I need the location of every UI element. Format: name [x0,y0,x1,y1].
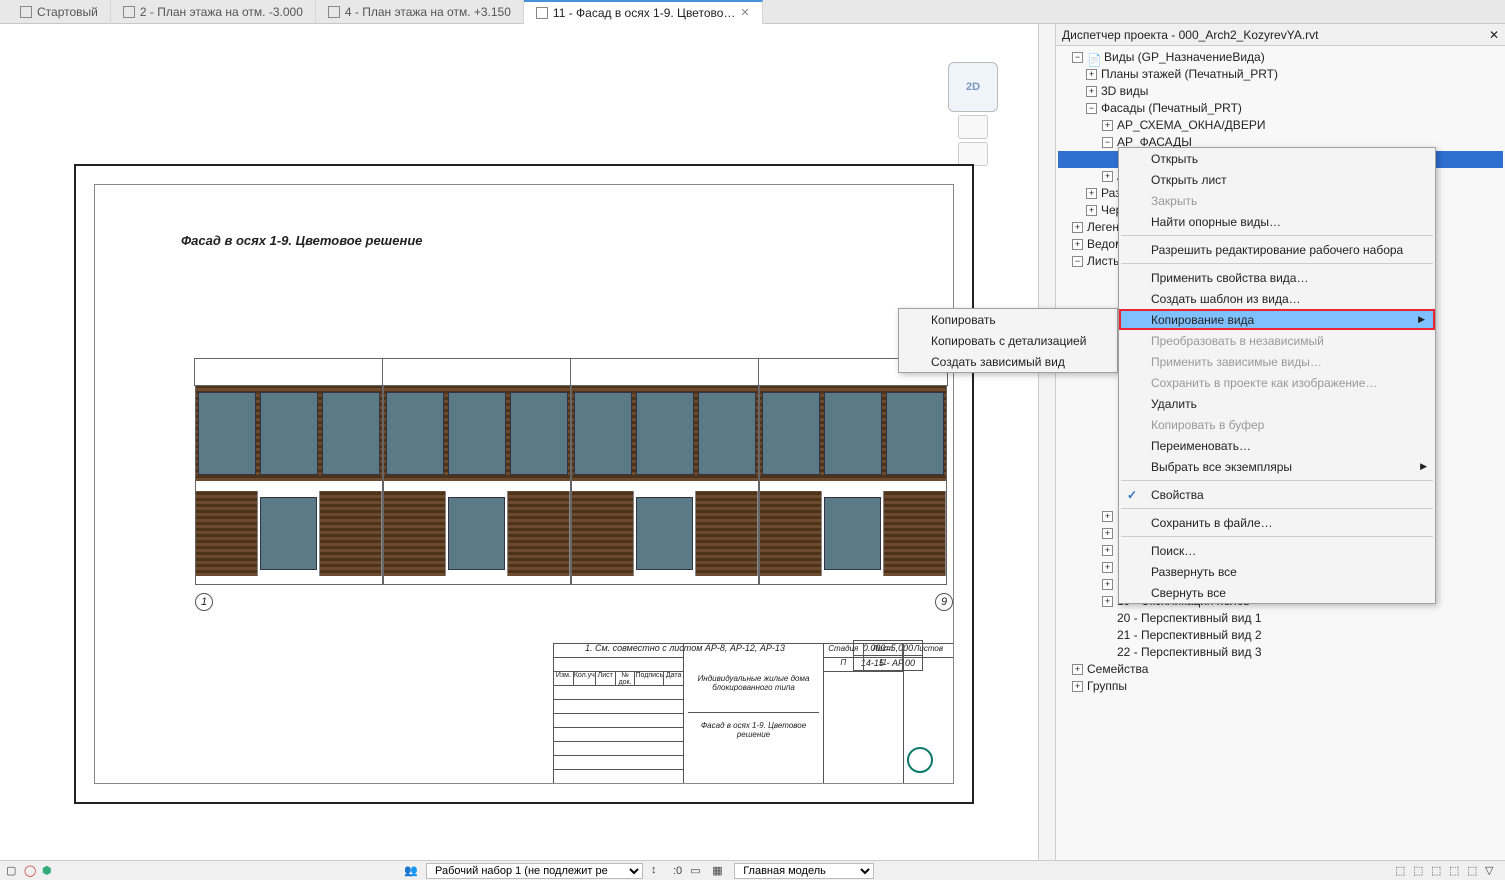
menu-item[interactable]: Удалить [1119,393,1435,414]
menu-item-duplicate-detailing[interactable]: Копировать с детализацией [899,330,1117,351]
scrollbar-vertical[interactable] [1039,24,1056,860]
view-cube[interactable]: 2D [948,62,998,112]
tab-label: 11 - Фасад в осях 1-9. Цветово… [553,6,736,20]
select-icon[interactable]: ⬚ [1449,864,1463,878]
sync-icon[interactable]: ↕ [651,864,665,878]
tab-label: 2 - План этажа на отм. -3.000 [140,5,303,19]
select-icon[interactable]: ⬚ [1431,864,1445,878]
status-bar: ▢ ◯ ⬢ 👥 Рабочий набор 1 (не подлежит ре … [0,860,1505,880]
menu-item: Закрыть [1119,190,1435,211]
menu-item-duplicate-dependent[interactable]: Создать зависимый вид [899,351,1117,372]
project-browser-title: Диспетчер проекта - 000_Arch2_KozyrevYA.… [1062,28,1318,42]
menu-item: Преобразовать в независимый [1119,330,1435,351]
menu-item: Сохранить в проекте как изображение… [1119,372,1435,393]
menu-item[interactable]: Развернуть все [1119,561,1435,582]
tree-item[interactable]: +АР_СХЕМА_ОКНА/ДВЕРИ [1058,117,1503,134]
axis-marker-left: 1 [195,593,213,611]
select-icon[interactable]: ⬚ [1395,864,1409,878]
tree-item[interactable]: 22 - Перспективный вид 3 [1058,644,1503,661]
tree-root-views[interactable]: −📄Виды (GP_НазначениеВида) [1058,49,1503,66]
tab-facade-active[interactable]: 11 - Фасад в осях 1-9. Цветово… ✕ [524,0,763,24]
tree-item[interactable]: +Планы этажей (Печатный_PRT) [1058,66,1503,83]
menu-item: Копировать в буфер [1119,414,1435,435]
sheet-frame: Фасад в осях 1-9. Цветовое решение [94,184,954,784]
tree-item[interactable]: +Семейства [1058,661,1503,678]
menu-item[interactable]: Разрешить редактирование рабочего набора [1119,239,1435,260]
tree-item[interactable]: 21 - Перспективный вид 2 [1058,627,1503,644]
workset-selector[interactable]: Рабочий набор 1 (не подлежит ре [426,863,643,879]
drawing-sheet: Фасад в осях 1-9. Цветовое решение [74,164,974,804]
submenu-duplicate-view: Копировать Копировать с детализацией Соз… [898,308,1118,373]
drawing-title: Фасад в осях 1-9. Цветовое решение [181,233,423,248]
view-tabbar: Стартовый 2 - План этажа на отм. -3.000 … [0,0,1505,24]
axis-marker-right: 9 [935,593,953,611]
tab-label: 4 - План этажа на отм. +3.150 [345,5,511,19]
menu-item[interactable]: ✓Свойства [1119,484,1435,505]
context-menu-view: ОткрытьОткрыть листЗакрытьНайти опорные … [1118,147,1436,604]
tab-plan-minus3[interactable]: 2 - План этажа на отм. -3.000 [111,0,316,24]
tb-proj-line1: Индивидуальные жилые дома [688,674,819,683]
menu-item-duplicate[interactable]: Копировать [899,309,1117,330]
workset-icon[interactable]: 👥 [404,864,418,878]
close-icon[interactable]: ✕ [740,6,749,19]
nav-tool-box[interactable] [958,115,988,139]
facade-drawing [195,335,949,585]
close-icon[interactable]: ✕ [1489,28,1499,42]
menu-item[interactable]: Копирование вида▶ [1119,309,1435,330]
filter-icon[interactable]: ▽ [1485,864,1499,878]
menu-item: Применить зависимые виды… [1119,351,1435,372]
menu-item[interactable]: Переименовать… [1119,435,1435,456]
tree-item[interactable]: 20 - Перспективный вид 1 [1058,610,1503,627]
status-zero: :0 [673,865,682,877]
nav-tools: 2D [948,62,998,169]
tab-start[interactable]: Стартовый [8,0,111,24]
tab-label: Стартовый [37,5,98,19]
menu-item[interactable]: Выбрать все экземпляры▶ [1119,456,1435,477]
tree-item[interactable]: +Группы [1058,678,1503,695]
menu-item[interactable]: Сохранить в файле… [1119,512,1435,533]
menu-item[interactable]: Открыть лист [1119,169,1435,190]
tb-proj-line2: блокированного типа [688,683,819,692]
nav-tool-home[interactable] [958,142,988,166]
status-icon[interactable]: ⬢ [42,864,56,878]
menu-item[interactable]: Поиск… [1119,540,1435,561]
select-icon[interactable]: ⬚ [1467,864,1481,878]
project-browser-header: Диспетчер проекта - 000_Arch2_KozyrevYA.… [1056,24,1505,46]
tree-item[interactable]: −Фасады (Печатный_PRT) [1058,100,1503,117]
stamp-icon [907,747,933,773]
status-icon[interactable]: ◯ [24,864,38,878]
menu-item[interactable]: Свернуть все [1119,582,1435,603]
menu-item[interactable]: Создать шаблон из вида… [1119,288,1435,309]
tree-item[interactable]: +3D виды [1058,83,1503,100]
model-selector[interactable]: Главная модель [734,863,874,879]
filter-icon[interactable]: ▭ [690,864,704,878]
tb-view-title: Фасад в осях 1-9. Цветовое решение [688,712,819,739]
select-icon[interactable]: ⬚ [1413,864,1427,878]
drawing-canvas[interactable]: 2D Фасад в осях 1-9. Цветовое решение [0,24,1039,860]
menu-item[interactable]: Найти опорные виды… [1119,211,1435,232]
menu-item[interactable]: Применить свойства вида… [1119,267,1435,288]
titleblock: Изм. Кол.уч Лист № док. Подпись Дата Инд… [553,643,953,783]
model-icon[interactable]: ▦ [712,864,726,878]
tab-plan-plus3[interactable]: 4 - План этажа на отм. +3.150 [316,0,524,24]
menu-item[interactable]: Открыть [1119,148,1435,169]
status-icon[interactable]: ▢ [6,864,20,878]
